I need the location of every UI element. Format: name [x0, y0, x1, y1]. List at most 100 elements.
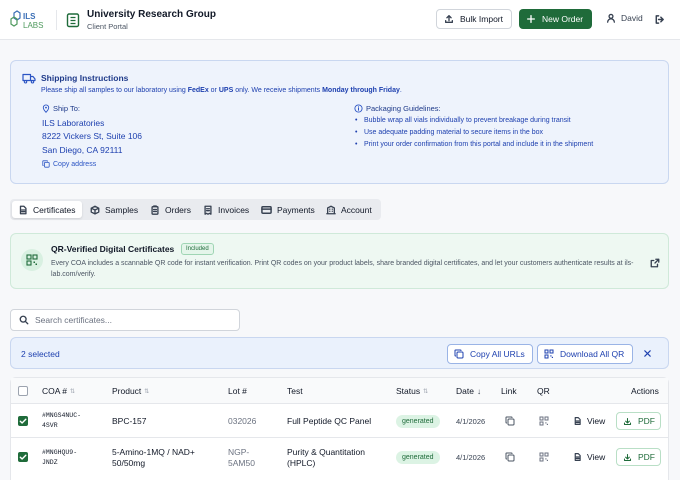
download-icon	[623, 453, 632, 462]
sort-icon: ⇅	[70, 388, 76, 395]
plus-icon	[526, 14, 536, 24]
included-badge: Included	[181, 243, 214, 255]
ils-labs-logo[interactable]: ILS LABS	[10, 9, 48, 31]
download-all-qr-label: Download All QR	[560, 349, 625, 359]
copy-link-icon[interactable]	[505, 452, 515, 462]
location-pin-icon	[42, 104, 50, 113]
search-icon	[19, 315, 29, 325]
copy-link-icon[interactable]	[505, 416, 515, 426]
pdf-download-button[interactable]: PDF	[616, 448, 661, 466]
row-checkbox[interactable]	[18, 452, 28, 462]
tab-label: Orders	[165, 204, 191, 215]
qr-code-icon[interactable]	[539, 416, 549, 426]
copy-address-label: Copy address	[53, 160, 97, 168]
pdf-label: PDF	[638, 452, 655, 462]
tab-label: Samples	[105, 204, 139, 215]
svg-text:ILS: ILS	[23, 12, 36, 21]
view-button[interactable]: View	[573, 416, 605, 426]
column-header-coa[interactable]: COA # ⇅	[42, 386, 75, 396]
truck-icon	[22, 73, 36, 84]
copy-icon	[454, 349, 464, 359]
shipping-title: Shipping Instructions	[41, 73, 129, 83]
bulk-import-button[interactable]: Bulk Import	[436, 9, 512, 29]
qr-banner-title: QR-Verified Digital Certificates	[51, 244, 175, 254]
copy-address-button[interactable]: Copy address	[42, 160, 96, 168]
shipping-description: Please ship all samples to our laborator…	[41, 87, 402, 94]
column-header-product[interactable]: Product ⇅	[112, 386, 149, 396]
qr-code-icon[interactable]	[539, 452, 549, 462]
search-input[interactable]	[35, 315, 225, 325]
logout-icon[interactable]	[654, 14, 665, 25]
tab-payments[interactable]: Payments	[255, 201, 321, 218]
tab-invoices[interactable]: Invoices	[197, 201, 255, 218]
search-certificates-field[interactable]	[10, 309, 240, 331]
external-link-icon[interactable]	[650, 258, 660, 268]
user-name: David	[621, 13, 643, 23]
sort-icon: ⇅	[144, 388, 150, 395]
document-icon	[18, 205, 28, 215]
row-date: 4/1/2026	[456, 417, 486, 426]
org-name: University Research Group	[87, 9, 216, 20]
document-icon	[573, 416, 582, 426]
address-line: ILS Laboratories	[42, 118, 105, 128]
user-menu[interactable]: David	[606, 13, 643, 23]
tab-label: Certificates	[33, 204, 76, 215]
tab-account[interactable]: Account	[320, 201, 378, 218]
column-header-lot: Lot #	[228, 386, 247, 396]
product-name: 5-Amino-1MQ / NAD+ 50/50mg	[112, 447, 195, 468]
test-name: Full Peptide QC Panel	[287, 416, 372, 426]
view-label: View	[587, 452, 606, 462]
status-badge: generated	[396, 415, 440, 428]
upload-icon	[444, 14, 454, 24]
lot-number: NGP- 5AM50	[228, 447, 255, 468]
coa-number[interactable]: #MNGS4NUC- 4SVR	[42, 411, 81, 431]
new-order-label: New Order	[542, 14, 584, 24]
status-badge: generated	[396, 451, 440, 464]
view-button[interactable]: View	[573, 452, 605, 462]
lab-building-icon	[66, 12, 80, 28]
tab-label: Payments	[277, 204, 315, 215]
row-checkbox[interactable]	[18, 416, 28, 426]
column-header-date[interactable]: Date ↓	[456, 386, 481, 396]
svg-text:LABS: LABS	[23, 21, 43, 30]
tab-orders[interactable]: Orders	[144, 201, 197, 218]
table-header	[11, 378, 668, 404]
column-header-status[interactable]: Status ⇅	[396, 386, 428, 396]
packaging-item: Print your order confirmation from this …	[355, 141, 593, 148]
tab-samples[interactable]: Samples	[84, 201, 144, 218]
select-all-checkbox[interactable]	[18, 386, 28, 396]
document-icon	[573, 452, 582, 462]
selected-count: 2 selected	[21, 349, 60, 359]
tab-label: Invoices	[218, 204, 250, 215]
packaging-item: Use adequate padding material to secure …	[355, 129, 543, 136]
building-icon	[326, 205, 336, 215]
new-order-button[interactable]: New Order	[519, 9, 592, 29]
user-icon	[606, 13, 616, 23]
address-line: 8222 Vickers St, Suite 106	[42, 131, 143, 141]
row-divider	[11, 437, 668, 438]
packaging-item: Bubble wrap all vials individually to pr…	[355, 117, 571, 124]
product-name: BPC-157	[112, 416, 147, 426]
receipt-icon	[203, 205, 213, 215]
view-label: View	[587, 416, 606, 426]
close-icon[interactable]	[643, 349, 652, 358]
credit-card-icon	[261, 205, 272, 215]
org-subtitle: Client Portal	[87, 22, 128, 31]
qr-code-icon	[21, 249, 43, 271]
header-divider	[56, 10, 57, 30]
copy-all-urls-button[interactable]: Copy All URLs	[447, 344, 533, 364]
clipboard-icon	[150, 204, 160, 215]
coa-number[interactable]: #MNGHQU9- JNDZ	[42, 448, 77, 468]
qr-code-icon	[544, 349, 554, 359]
column-header-qr: QR	[537, 386, 550, 396]
pdf-label: PDF	[638, 416, 655, 426]
test-name: Purity & Quantitation (HPLC)	[287, 447, 365, 468]
tab-label: Account	[341, 204, 372, 215]
download-icon	[623, 417, 632, 426]
column-header-link: Link	[501, 386, 517, 396]
qr-banner-description: Every COA includes a scannable QR code f…	[51, 260, 634, 278]
pdf-download-button[interactable]: PDF	[616, 412, 661, 430]
download-all-qr-button[interactable]: Download All QR	[537, 344, 633, 364]
tab-certificates[interactable]: Certificates	[12, 201, 82, 218]
copy-all-urls-label: Copy All URLs	[470, 349, 525, 359]
